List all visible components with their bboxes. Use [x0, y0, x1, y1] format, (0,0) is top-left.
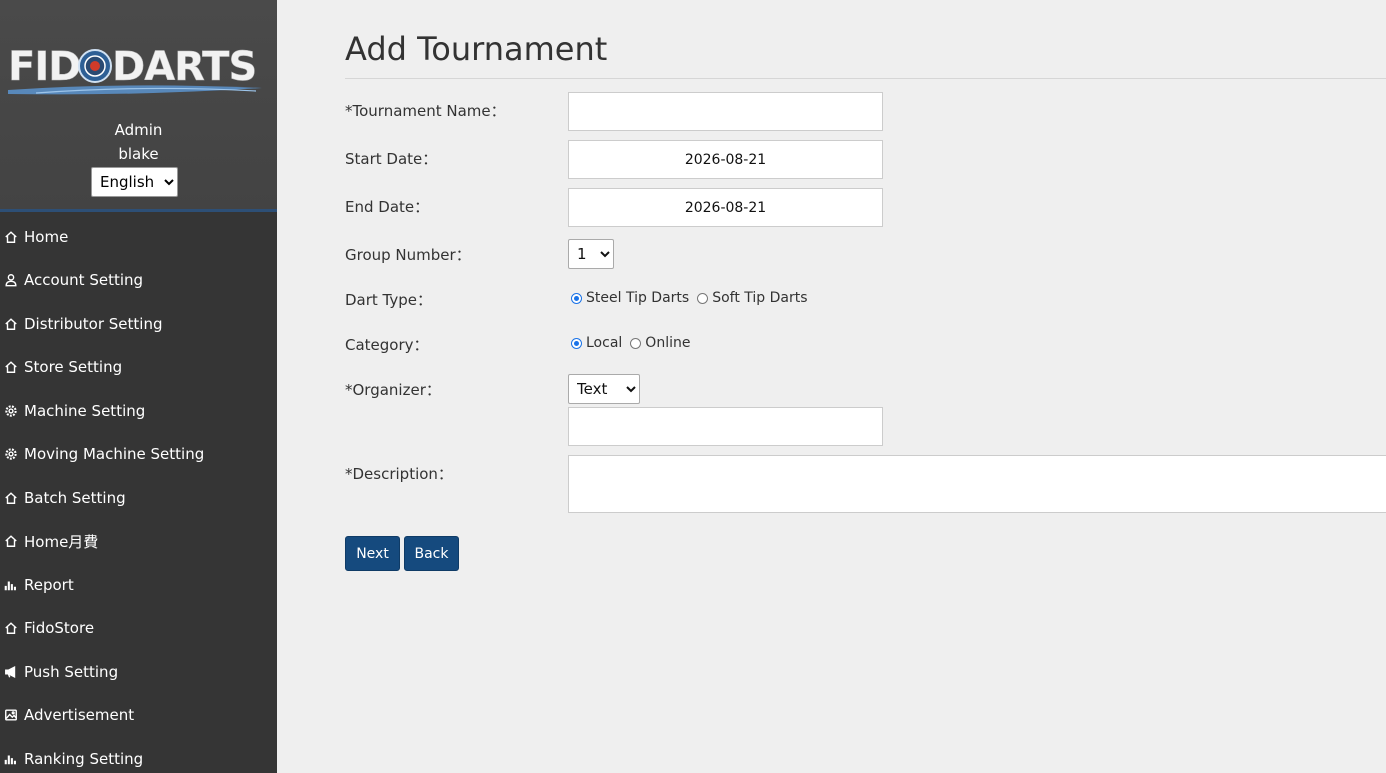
language-select[interactable]: English: [91, 167, 178, 197]
nav-item-moving-machine-setting[interactable]: Moving Machine Setting: [0, 433, 277, 477]
nav-item-label: Push Setting: [24, 662, 119, 681]
nav-item-label: Home: [24, 227, 69, 246]
nav-item-store-setting[interactable]: Store Setting: [0, 346, 277, 390]
nav-item-advertisement[interactable]: Advertisement: [0, 694, 277, 738]
megaphone-icon: [3, 664, 19, 680]
sidebar-nav: Home Account Setting Distributor Setting…: [0, 215, 277, 773]
dart-type-steel-label: Steel Tip Darts: [586, 290, 690, 306]
dart-type-label: Dart Type：: [345, 291, 433, 309]
sidebar-header: FID DARTS Admin blake English: [0, 0, 277, 212]
nav-item-ranking-setting[interactable]: Ranking Setting: [0, 737, 277, 773]
page-title: Add Tournament: [345, 30, 608, 68]
tournament-name-input[interactable]: [568, 92, 883, 131]
nav-item-push-setting[interactable]: Push Setting: [0, 650, 277, 694]
nav-item-label: Machine Setting: [24, 401, 146, 420]
dart-type-soft-label: Soft Tip Darts: [712, 290, 808, 306]
category-local-label: Local: [586, 335, 623, 351]
description-label: *Description：: [345, 465, 453, 483]
start-date-input[interactable]: [568, 140, 883, 179]
bar-chart-icon: [3, 577, 19, 593]
dart-type-steel-radio[interactable]: [571, 292, 582, 304]
nav-item-machine-setting[interactable]: Machine Setting: [0, 389, 277, 433]
description-textarea[interactable]: [568, 455, 1386, 513]
nav-item-label: Distributor Setting: [24, 314, 163, 333]
fidodarts-logo: FID DARTS: [8, 44, 262, 95]
start-date-label: Start Date：: [345, 150, 438, 168]
nav-item-label: Home月費: [24, 532, 99, 551]
back-button[interactable]: Back: [404, 536, 459, 571]
user-icon: [3, 272, 19, 288]
organizer-label: *Organizer：: [345, 381, 441, 399]
category-online-label: Online: [645, 335, 691, 351]
tournament-name-label: *Tournament Name：: [345, 102, 506, 120]
organizer-input[interactable]: [568, 407, 883, 446]
end-date-label: End Date：: [345, 198, 430, 216]
nav-item-home-monthly-fee[interactable]: Home月費: [0, 520, 277, 564]
title-divider: [345, 78, 1386, 79]
home-icon: [3, 490, 19, 506]
end-date-input[interactable]: [568, 188, 883, 227]
gear-icon: [3, 446, 19, 462]
home-icon: [3, 316, 19, 332]
category-online-radio[interactable]: [630, 337, 642, 349]
home-icon: [3, 533, 19, 549]
nav-item-report[interactable]: Report: [0, 563, 277, 607]
gear-icon: [3, 403, 19, 419]
nav-item-label: Ranking Setting: [24, 749, 144, 768]
home-icon: [3, 229, 19, 245]
home-icon: [3, 359, 19, 375]
dart-type-soft-radio[interactable]: [697, 292, 709, 304]
nav-item-label: Account Setting: [24, 271, 144, 290]
dart-type-options: Steel Tip Darts Soft Tip Darts: [571, 290, 816, 306]
home-icon: [3, 620, 19, 636]
user-role: Admin: [114, 121, 163, 139]
nav-item-distributor-setting[interactable]: Distributor Setting: [0, 302, 277, 346]
category-options: Local Online: [571, 335, 698, 351]
user-name: blake: [118, 145, 159, 163]
nav-item-label: Moving Machine Setting: [24, 445, 205, 464]
nav-item-label: FidoStore: [24, 619, 95, 638]
category-label: Category：: [345, 336, 429, 354]
sidebar: FID DARTS Admin blake English Home Accou…: [0, 0, 277, 773]
nav-item-label: Report: [24, 575, 74, 594]
image-icon: [3, 707, 19, 723]
svg-text:FID: FID: [8, 44, 80, 90]
nav-item-home[interactable]: Home: [0, 215, 277, 259]
nav-item-label: Advertisement: [24, 706, 135, 725]
category-local-radio[interactable]: [571, 337, 582, 349]
group-number-select[interactable]: 1: [568, 239, 614, 269]
next-button[interactable]: Next: [345, 536, 400, 571]
nav-item-fidostore[interactable]: FidoStore: [0, 607, 277, 651]
main-content: Add Tournament *Tournament Name： Start D…: [277, 0, 1386, 773]
nav-item-label: Store Setting: [24, 358, 123, 377]
organizer-type-select[interactable]: Text: [568, 374, 640, 404]
nav-item-batch-setting[interactable]: Batch Setting: [0, 476, 277, 520]
nav-item-account-setting[interactable]: Account Setting: [0, 259, 277, 303]
bar-chart-icon: [3, 751, 19, 767]
svg-text:DARTS: DARTS: [112, 44, 256, 90]
nav-item-label: Batch Setting: [24, 488, 126, 507]
group-number-label: Group Number：: [345, 246, 471, 264]
